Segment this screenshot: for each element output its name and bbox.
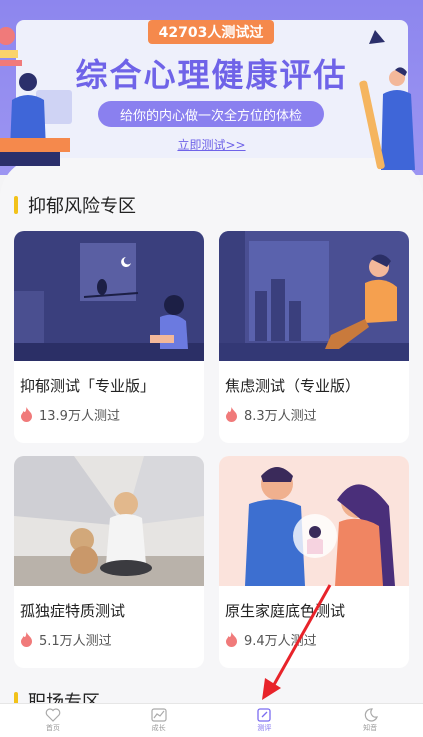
test-card-anxiety[interactable]: 焦虑测试（专业版） 8.3万人测过: [219, 231, 409, 443]
section-title-text: 抑郁风险专区: [28, 196, 136, 217]
card-image: [219, 456, 409, 586]
test-card-depression[interactable]: 抑郁测试「专业版」 13.9万人测过: [14, 231, 204, 443]
banner-title: 综合心理健康评估: [75, 56, 348, 94]
chart-icon: [151, 708, 167, 722]
heart-icon: [45, 708, 61, 722]
card-image: [14, 231, 204, 361]
test-card-family[interactable]: 原生家庭底色测试 9.4万人测过: [219, 456, 409, 668]
tab-assessment[interactable]: 测评: [212, 704, 318, 737]
test-count-badge: 42703人测试过: [148, 20, 274, 44]
card-meta: 9.4万人测过: [225, 630, 317, 649]
flame-icon: [225, 632, 238, 647]
autism-illustration: [14, 456, 204, 586]
card-title: 焦虑测试（专业版）: [225, 377, 361, 395]
section-accent-bar: [14, 196, 18, 214]
flame-icon: [20, 632, 33, 647]
tab-label: 首页: [45, 724, 60, 732]
card-title: 孤独症特质测试: [20, 602, 126, 620]
edit-icon: [257, 708, 272, 722]
section-title-depression: 抑郁风险专区: [14, 192, 136, 218]
tab-label: 测评: [257, 724, 272, 732]
card-count: 8.3万人测过: [244, 409, 317, 424]
card-count: 5.1万人测过: [39, 634, 112, 649]
start-test-link[interactable]: 立即测试>>: [0, 136, 423, 153]
card-image: [219, 231, 409, 361]
hero-banner[interactable]: 42703人测试过 综合心理健康评估 给你的内心做一次全方位的体检 立即测试>>: [0, 0, 423, 175]
card-count: 9.4万人测过: [244, 634, 317, 649]
test-card-autism[interactable]: 孤独症特质测试 5.1万人测过: [14, 456, 204, 668]
depression-illustration: [14, 231, 204, 361]
anxiety-illustration: [219, 231, 409, 361]
card-meta: 8.3万人测过: [225, 405, 317, 424]
card-meta: 5.1万人测过: [20, 630, 112, 649]
tab-growth[interactable]: 成长: [106, 704, 212, 737]
tab-home[interactable]: 首页: [0, 704, 106, 737]
card-image: [14, 456, 204, 586]
banner-subtitle: 给你的内心做一次全方位的体检: [98, 101, 324, 127]
tab-zhiyin[interactable]: 知音: [317, 704, 423, 737]
moon-icon: [364, 708, 379, 722]
family-illustration: [219, 456, 409, 586]
tab-label: 成长: [151, 724, 166, 732]
card-title: 抑郁测试「专业版」: [20, 377, 156, 395]
bottom-tab-bar: 首页 成长 测评 知音: [0, 703, 423, 737]
flame-icon: [20, 407, 33, 422]
card-meta: 13.9万人测过: [20, 405, 120, 424]
card-count: 13.9万人测过: [39, 409, 120, 424]
flame-icon: [225, 407, 238, 422]
card-title: 原生家庭底色测试: [225, 602, 346, 620]
tab-label: 知音: [363, 724, 378, 732]
